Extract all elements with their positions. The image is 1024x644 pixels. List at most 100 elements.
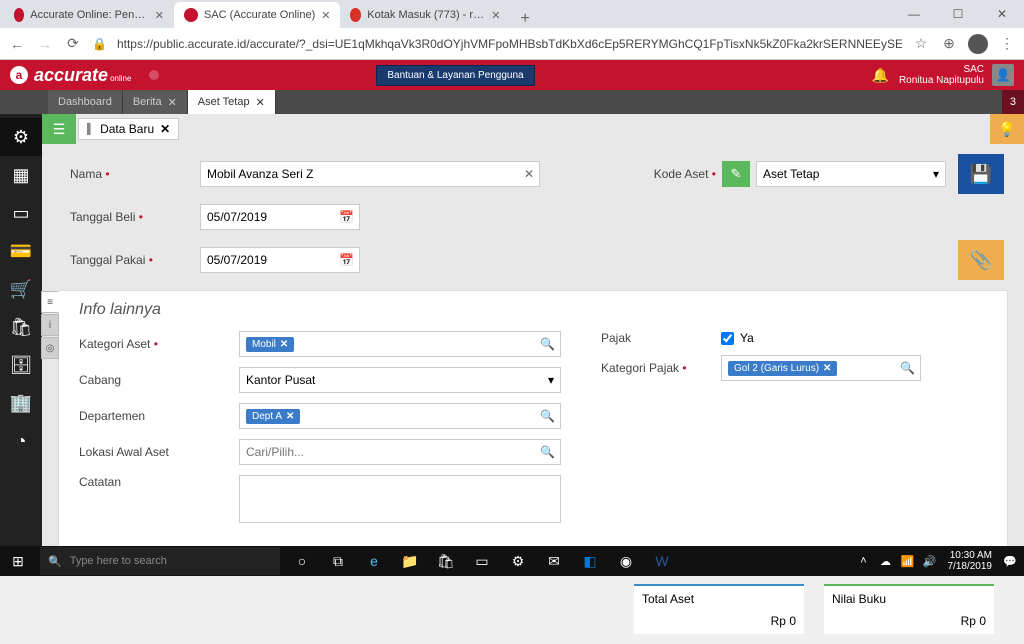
kategori-pajak-input[interactable]: Gol 2 (Garis Lurus) ✕: [721, 355, 921, 381]
menu-icon[interactable]: ⋮: [998, 35, 1016, 52]
tag-mobil[interactable]: Mobil ✕: [246, 337, 294, 352]
search-icon[interactable]: 🔍: [540, 337, 555, 351]
catatan-textarea[interactable]: [239, 475, 561, 523]
reload-icon[interactable]: ⟳: [64, 35, 82, 52]
brand-name: accurateonline: [34, 65, 131, 86]
info-tab-detail[interactable]: i: [41, 314, 59, 336]
settings-icon[interactable]: ⚙: [500, 546, 536, 576]
taskview-icon[interactable]: ⧉: [320, 546, 356, 576]
star-icon[interactable]: ☆: [912, 35, 930, 52]
outlook-icon[interactable]: ◧: [572, 546, 608, 576]
list-icon[interactable]: ☰: [42, 114, 76, 144]
clear-icon[interactable]: ✕: [524, 167, 534, 181]
record-title: ▌ Data Baru ✕: [78, 118, 179, 140]
url-text[interactable]: https://public.accurate.id/accurate/?_ds…: [117, 37, 902, 51]
notification-icon[interactable]: 💬: [1000, 555, 1020, 568]
chart-icon[interactable]: ◔: [0, 422, 42, 460]
address-bar: ← → ⟳ 🔒 https://public.accurate.id/accur…: [0, 28, 1024, 60]
tab-berita[interactable]: Berita✕: [123, 90, 188, 114]
info-title: Info lainnya: [79, 301, 987, 319]
cloud-icon[interactable]: ☁: [876, 555, 896, 568]
favicon-icon: [14, 8, 24, 22]
edit-kode-button[interactable]: ✎: [722, 161, 750, 187]
browser-tab[interactable]: Accurate Online: Pengaturan Dat ✕: [4, 2, 174, 28]
browser-tab[interactable]: Kotak Masuk (773) - roni.rikson ✕: [340, 2, 510, 28]
close-icon[interactable]: ✕: [168, 96, 177, 109]
grid-icon[interactable]: ▦: [0, 156, 42, 194]
tgl-pakai-input[interactable]: [200, 247, 360, 273]
total-aset-value: Rp 0: [642, 614, 796, 628]
checkbox-label: Ya: [740, 331, 754, 345]
profile-icon[interactable]: [968, 34, 988, 54]
forward-icon[interactable]: →: [36, 36, 54, 52]
calendar-icon[interactable]: 📅: [339, 253, 354, 267]
new-tab-button[interactable]: +: [510, 10, 539, 28]
user-info[interactable]: SAC Ronitua Napitupulu: [899, 64, 984, 86]
volume-icon[interactable]: 🔊: [920, 555, 940, 568]
help-button[interactable]: Bantuan & Layanan Pengguna: [376, 65, 534, 86]
chevron-up-icon[interactable]: ˄: [854, 555, 874, 567]
close-icon[interactable]: ✕: [321, 9, 330, 22]
wifi-icon[interactable]: 📶: [898, 555, 918, 568]
totals-row: Total Aset Rp 0 Nilai Buku Rp 0: [42, 574, 1024, 644]
kategori-aset-input[interactable]: Mobil ✕: [239, 331, 561, 357]
zoom-icon[interactable]: ⊕: [940, 35, 958, 52]
tag-gol2[interactable]: Gol 2 (Garis Lurus) ✕: [728, 361, 837, 376]
edge-icon[interactable]: e: [356, 546, 392, 576]
cortana-icon[interactable]: ○: [284, 546, 320, 576]
tab-title: SAC (Accurate Online): [204, 9, 315, 21]
minimize-button[interactable]: —: [892, 0, 936, 28]
avatar[interactable]: 👤: [992, 64, 1014, 86]
save-button[interactable]: 💾: [958, 154, 1004, 194]
search-icon[interactable]: 🔍: [900, 361, 915, 375]
book-icon[interactable]: ▭: [0, 194, 42, 232]
tab-aset-tetap[interactable]: Aset Tetap✕: [188, 90, 276, 114]
explorer-icon[interactable]: 📁: [392, 546, 428, 576]
notification-count[interactable]: 3: [1002, 90, 1024, 114]
back-icon[interactable]: ←: [8, 36, 26, 52]
tab-dashboard[interactable]: Dashboard: [48, 90, 123, 114]
server-icon[interactable]: 🗄: [0, 346, 42, 384]
clock[interactable]: 10:30 AM 7/18/2019: [942, 550, 999, 572]
search-icon[interactable]: 🔍: [540, 409, 555, 423]
info-tab-general[interactable]: ≡: [41, 291, 59, 313]
cart-icon[interactable]: 🛒: [0, 270, 42, 308]
idea-button[interactable]: 💡: [990, 114, 1024, 144]
kode-select[interactable]: Aset Tetap▾: [756, 161, 946, 187]
taskbar-search[interactable]: 🔍 Type here to search: [40, 547, 280, 575]
nilai-buku-box: Nilai Buku Rp 0: [824, 584, 994, 634]
tgl-beli-input[interactable]: [200, 204, 360, 230]
browser-tab[interactable]: SAC (Accurate Online) ✕: [174, 2, 340, 28]
label-departemen: Departemen: [79, 409, 239, 423]
nama-input[interactable]: [200, 161, 540, 187]
favicon-icon: [184, 8, 198, 22]
gear-icon[interactable]: ⚙: [0, 118, 42, 156]
building-icon[interactable]: 🏢: [0, 384, 42, 422]
wallet-icon[interactable]: 💳: [0, 232, 42, 270]
chrome-icon[interactable]: ◉: [608, 546, 644, 576]
attach-button[interactable]: 📎: [958, 240, 1004, 280]
gallery-icon[interactable]: ▭: [464, 546, 500, 576]
tag-dept-a[interactable]: Dept A ✕: [246, 409, 300, 424]
bell-icon[interactable]: 🔔: [872, 67, 889, 84]
info-tab-coin[interactable]: ◎: [41, 337, 59, 359]
calendar-icon[interactable]: 📅: [339, 210, 354, 224]
mail-icon[interactable]: ✉: [536, 546, 572, 576]
maximize-button[interactable]: ☐: [936, 0, 980, 28]
close-icon[interactable]: ✕: [256, 96, 265, 109]
cabang-select[interactable]: Kantor Pusat▾: [239, 367, 561, 393]
checkbox-input[interactable]: [721, 332, 734, 345]
close-icon[interactable]: ✕: [160, 122, 170, 136]
start-button[interactable]: ⊞: [0, 546, 36, 576]
word-icon[interactable]: W: [644, 546, 680, 576]
close-button[interactable]: ✕: [980, 0, 1024, 28]
pajak-checkbox[interactable]: Ya: [721, 331, 754, 345]
close-icon[interactable]: ✕: [155, 9, 164, 22]
departemen-input[interactable]: Dept A ✕: [239, 403, 561, 429]
label-kategori-aset: Kategori Aset •: [79, 337, 239, 351]
bag-icon[interactable]: 🛍: [0, 308, 42, 346]
lokasi-input[interactable]: [239, 439, 561, 465]
close-icon[interactable]: ✕: [491, 9, 500, 22]
search-icon[interactable]: 🔍: [540, 445, 555, 459]
store-icon[interactable]: 🛍: [428, 546, 464, 576]
